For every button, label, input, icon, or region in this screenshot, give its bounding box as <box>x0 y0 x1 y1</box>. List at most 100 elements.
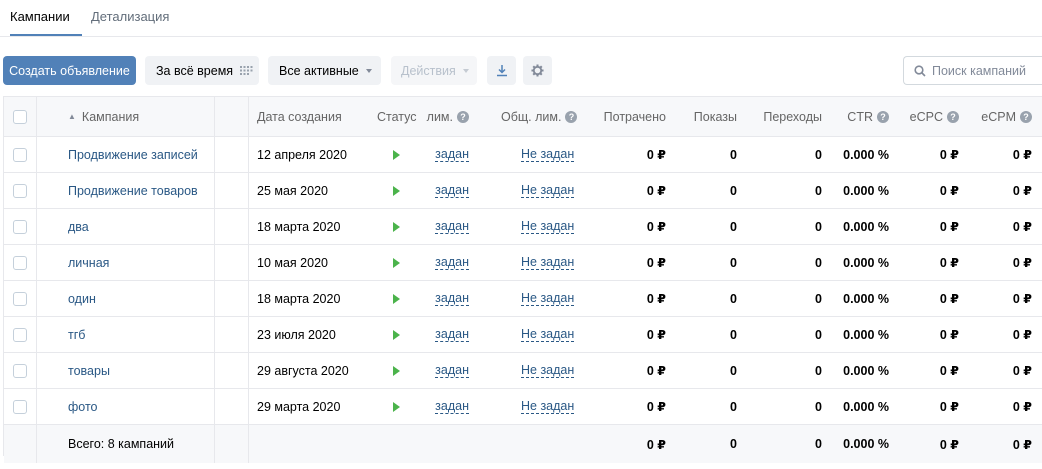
day-limit-link[interactable]: задан <box>435 291 469 306</box>
play-icon[interactable] <box>393 365 400 376</box>
cell-spent: 0 ₽ <box>646 256 666 270</box>
row-checkbox[interactable] <box>13 363 27 378</box>
play-icon[interactable] <box>393 149 400 160</box>
column-header-ecpm[interactable]: eCPM? <box>959 97 1032 136</box>
row-checkbox[interactable] <box>13 327 27 342</box>
play-icon[interactable] <box>393 221 400 232</box>
search-field[interactable] <box>903 56 1042 85</box>
row-checkbox[interactable] <box>13 147 27 162</box>
play-icon[interactable] <box>393 401 400 412</box>
campaign-name-link[interactable]: фото <box>68 400 98 414</box>
cell-ctr: 0.000 % <box>843 291 889 306</box>
campaign-name-link[interactable]: Продвижение товаров <box>68 184 198 198</box>
cell-ctr: 0.000 % <box>843 399 889 414</box>
question-icon[interactable]: ? <box>947 110 959 123</box>
table-row: фото 29 марта 2020 задан Не задан 0 ₽ 0 0 0.000… <box>4 389 1042 425</box>
total-limit-link[interactable]: Не задан <box>521 399 575 414</box>
cell-ctr: 0.000 % <box>843 219 889 234</box>
column-header-impressions[interactable]: Показы <box>666 97 737 136</box>
column-header-status[interactable]: Статус <box>377 97 417 136</box>
cell-ctr: 0.000 % <box>843 327 889 342</box>
campaign-name-link[interactable]: тгб <box>68 328 85 342</box>
day-limit-link[interactable]: задан <box>435 327 469 342</box>
status-cell <box>393 209 400 244</box>
select-all-checkbox[interactable] <box>13 109 27 124</box>
total-cell-ecpm: 0 ₽ <box>1012 437 1032 452</box>
row-checkbox[interactable] <box>13 399 27 414</box>
column-header-total-limit[interactable]: Общ. лим.? <box>501 97 578 136</box>
total-campaigns-label: Всего: 8 кампаний <box>68 437 175 451</box>
cell-clicks: 0 <box>815 291 822 306</box>
column-header-clicks[interactable]: Переходы <box>737 97 822 136</box>
campaign-name-link[interactable]: два <box>68 220 89 234</box>
question-icon[interactable]: ? <box>1020 110 1032 123</box>
total-limit-link[interactable]: Не задан <box>521 327 575 342</box>
cell-ecpc: 0 ₽ <box>939 328 959 342</box>
column-header-ctr[interactable]: CTR? <box>822 97 889 136</box>
created-date: 23 июля 2020 <box>257 327 336 342</box>
day-limit-link[interactable]: задан <box>435 219 469 234</box>
table-row: Продвижение записей 12 апреля 2020 задан Не… <box>4 137 1042 173</box>
campaign-name-link[interactable]: Продвижение записей <box>68 148 198 162</box>
cell-spent: 0 ₽ <box>646 184 666 198</box>
row-checkbox[interactable] <box>13 219 27 234</box>
cell-clicks: 0 <box>815 363 822 378</box>
play-icon[interactable] <box>393 329 400 340</box>
campaign-name-link[interactable]: личная <box>68 256 109 270</box>
column-header-day-limit[interactable]: лим.? <box>425 97 469 136</box>
play-icon[interactable] <box>393 293 400 304</box>
play-icon[interactable] <box>393 185 400 196</box>
create-ad-button[interactable]: Создать объявление <box>3 56 136 85</box>
day-limit-link[interactable]: задан <box>435 183 469 198</box>
column-header-created[interactable]: Дата создания <box>257 97 342 136</box>
cell-ecpc: 0 ₽ <box>939 148 959 162</box>
total-limit-link[interactable]: Не задан <box>521 363 575 378</box>
row-checkbox[interactable] <box>13 183 27 198</box>
question-icon[interactable]: ? <box>877 110 889 123</box>
download-icon <box>496 65 507 77</box>
period-dropdown[interactable]: За всё время <box>145 56 259 85</box>
total-limit-link[interactable]: Не задан <box>521 291 575 306</box>
cell-clicks: 0 <box>815 147 822 162</box>
cell-ecpm: 0 ₽ <box>1012 184 1032 198</box>
total-limit-link[interactable]: Не задан <box>521 183 575 198</box>
period-label: За всё время <box>156 63 234 78</box>
cell-ecpm: 0 ₽ <box>1012 148 1032 162</box>
calendar-grid-icon <box>240 66 253 75</box>
day-limit-link[interactable]: задан <box>435 399 469 414</box>
day-limit-link[interactable]: задан <box>435 147 469 162</box>
column-header-spent[interactable]: Потрачено <box>576 97 666 136</box>
column-header-campaign[interactable]: ▲ Кампания <box>68 97 139 136</box>
day-limit-link[interactable]: задан <box>435 363 469 378</box>
campaign-name-link[interactable]: товары <box>68 364 110 378</box>
cell-ecpm: 0 ₽ <box>1012 292 1032 306</box>
settings-button[interactable] <box>523 56 552 85</box>
total-limit-link[interactable]: Не задан <box>521 219 575 234</box>
cell-spent: 0 ₽ <box>646 292 666 306</box>
play-icon[interactable] <box>393 257 400 268</box>
cell-impressions: 0 <box>730 183 737 198</box>
tab-campaigns[interactable]: Кампании <box>10 9 70 24</box>
campaign-name-link[interactable]: один <box>68 292 96 306</box>
total-limit-link[interactable]: Не задан <box>521 147 575 162</box>
status-cell <box>393 317 400 352</box>
status-filter-dropdown[interactable]: Все активные <box>268 56 381 85</box>
search-input[interactable] <box>932 63 1032 78</box>
row-checkbox[interactable] <box>13 291 27 306</box>
cell-impressions: 0 <box>730 147 737 162</box>
total-cell-clicks: 0 <box>815 437 822 451</box>
cell-clicks: 0 <box>815 255 822 270</box>
status-cell <box>393 281 400 316</box>
cell-ecpc: 0 ₽ <box>939 184 959 198</box>
cell-spent: 0 ₽ <box>646 400 666 414</box>
day-limit-link[interactable]: задан <box>435 255 469 270</box>
row-checkbox[interactable] <box>13 255 27 270</box>
actions-dropdown[interactable]: Действия <box>391 56 477 85</box>
cell-impressions: 0 <box>730 363 737 378</box>
total-limit-link[interactable]: Не задан <box>521 255 575 270</box>
download-button[interactable] <box>487 56 516 85</box>
column-header-ecpc[interactable]: eCPC? <box>889 97 959 136</box>
total-cell-ctr: 0.000 % <box>843 437 889 451</box>
question-icon[interactable]: ? <box>457 110 469 123</box>
tab-details[interactable]: Детализация <box>91 9 169 24</box>
